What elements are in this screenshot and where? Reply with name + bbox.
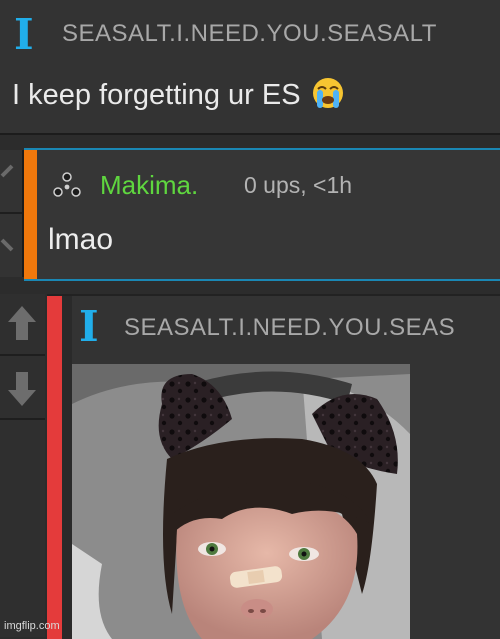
vote-divider [0, 418, 45, 420]
vote-divider [0, 212, 22, 214]
downvote-arrow-icon[interactable] [0, 230, 14, 254]
vote-column [0, 294, 45, 637]
comment-reply: Makima. 0 ups, <1h lmao [24, 148, 500, 281]
comment-text: I keep forgetting ur ES [12, 76, 347, 112]
i-badge-icon: I [14, 10, 34, 59]
comment-username[interactable]: SEASALT.I.NEED.YOU.SEAS [124, 314, 455, 342]
upvote-arrow-icon[interactable] [0, 162, 14, 186]
selfie-photo[interactable] [72, 364, 410, 639]
loudly-crying-face-icon [312, 78, 343, 108]
downvote-arrow-icon[interactable] [0, 358, 45, 416]
thread-indent-gap [62, 296, 72, 639]
comment-top: I SEASALT.I.NEED.YOU.SEASALT I keep forg… [0, 0, 500, 135]
comment-text-body: I keep forgetting ur ES [12, 79, 301, 111]
vote-divider [0, 354, 45, 356]
triangle-dots-avatar-icon[interactable] [52, 172, 82, 198]
comment-image-post: I SEASALT.I.NEED.YOU.SEAS [47, 294, 500, 639]
upvote-arrow-icon[interactable] [0, 296, 45, 354]
comment-text: lmao [48, 223, 114, 256]
thread-accent-bar [24, 150, 37, 279]
comment-username[interactable]: Makima. [100, 170, 198, 201]
thread-accent-bar [47, 296, 62, 639]
comment-username[interactable]: SEASALT.I.NEED.YOU.SEASALT [62, 20, 437, 48]
comment-meta: 0 ups, <1h [244, 172, 353, 198]
i-badge-icon: I [79, 302, 99, 351]
vote-column-partial [0, 150, 24, 277]
watermark: imgflip.com [4, 620, 60, 632]
